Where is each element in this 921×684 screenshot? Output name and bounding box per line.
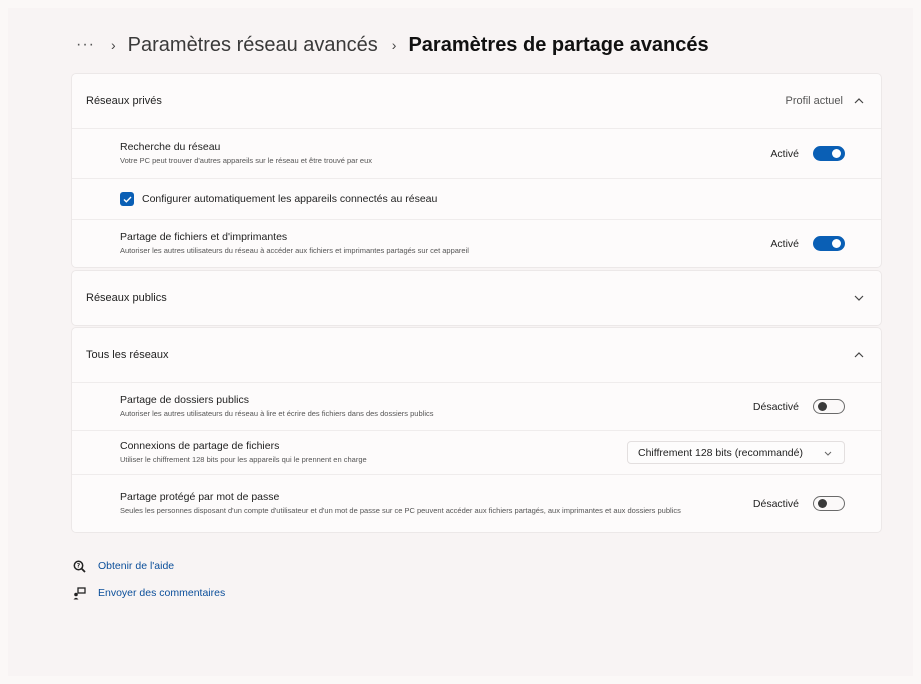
chevron-down-icon: [822, 448, 834, 458]
all-networks-header[interactable]: Tous les réseaux: [72, 328, 881, 382]
password-protected-sharing-description: Seules les personnes disposant d'un comp…: [120, 506, 681, 515]
network-discovery-state: Activé: [770, 147, 799, 160]
help-link-row[interactable]: ? Obtenir de l'aide: [72, 558, 225, 574]
file-printer-sharing-toggle[interactable]: [813, 236, 845, 251]
network-discovery-row: Recherche du réseau Votre PC peut trouve…: [72, 128, 881, 178]
feedback-link-row[interactable]: Envoyer des commentaires: [72, 585, 225, 601]
chevron-right-icon: ›: [391, 37, 397, 53]
chevron-right-icon: ›: [110, 37, 116, 53]
network-discovery-title: Recherche du réseau: [120, 141, 221, 153]
auto-setup-row: Configurer automatiquement les appareils…: [72, 178, 881, 219]
breadcrumb-advanced-network-settings[interactable]: Paramètres réseau avancés: [128, 34, 378, 57]
network-discovery-description: Votre PC peut trouver d'autres appareils…: [120, 156, 372, 165]
encryption-dropdown-value: Chiffrement 128 bits (recommandé): [638, 446, 803, 459]
help-icon: ?: [72, 559, 86, 573]
file-printer-sharing-description: Autoriser les autres utilisateurs du rés…: [120, 246, 469, 255]
breadcrumb: ··· › Paramètres réseau avancés › Paramè…: [76, 30, 709, 60]
svg-text:?: ?: [76, 562, 80, 569]
feedback-icon: [72, 586, 86, 600]
file-printer-sharing-row: Partage de fichiers et d'imprimantes Aut…: [72, 219, 881, 267]
file-printer-sharing-state: Activé: [770, 237, 799, 250]
chevron-up-icon: [853, 349, 865, 361]
public-networks-header[interactable]: Réseaux publics: [72, 271, 881, 325]
settings-window: ··· › Paramètres réseau avancés › Paramè…: [0, 0, 921, 684]
password-protected-sharing-title: Partage protégé par mot de passe: [120, 491, 280, 503]
footer-links: ? Obtenir de l'aide Envoyer des commenta…: [72, 558, 225, 612]
private-networks-header[interactable]: Réseaux privés Profil actuel: [72, 74, 881, 128]
network-discovery-toggle[interactable]: [813, 146, 845, 161]
file-printer-sharing-title: Partage de fichiers et d'imprimantes: [120, 231, 288, 243]
page-title: Paramètres de partage avancés: [408, 33, 709, 56]
checkmark-icon: [123, 196, 132, 203]
public-networks-section: Réseaux publics: [71, 270, 882, 326]
public-folder-sharing-row: Partage de dossiers publics Autoriser le…: [72, 382, 881, 430]
send-feedback-link[interactable]: Envoyer des commentaires: [98, 587, 225, 599]
file-sharing-connections-description: Utiliser le chiffrement 128 bits pour le…: [120, 455, 367, 464]
password-protected-sharing-toggle[interactable]: [813, 496, 845, 511]
public-folder-sharing-state: Désactivé: [752, 400, 799, 413]
auto-setup-label: Configurer automatiquement les appareils…: [142, 193, 438, 205]
get-help-link[interactable]: Obtenir de l'aide: [98, 560, 174, 572]
current-profile-badge: Profil actuel: [785, 95, 843, 107]
all-networks-title: Tous les réseaux: [86, 349, 169, 361]
password-protected-sharing-row: Partage protégé par mot de passe Seules …: [72, 474, 881, 532]
file-sharing-connections-title: Connexions de partage de fichiers: [120, 440, 280, 452]
public-networks-title: Réseaux publics: [86, 292, 167, 304]
public-folder-sharing-title: Partage de dossiers publics: [120, 394, 249, 406]
private-networks-section: Réseaux privés Profil actuel Recherche d…: [71, 73, 882, 268]
encryption-dropdown[interactable]: Chiffrement 128 bits (recommandé): [627, 441, 845, 464]
chevron-down-icon: [853, 292, 865, 304]
all-networks-section: Tous les réseaux Partage de dossiers pub…: [71, 327, 882, 533]
breadcrumb-more-button[interactable]: ···: [76, 36, 95, 54]
public-folder-sharing-toggle[interactable]: [813, 399, 845, 414]
public-folder-sharing-description: Autoriser les autres utilisateurs du rés…: [120, 409, 434, 418]
auto-setup-checkbox[interactable]: [120, 192, 134, 206]
private-networks-title: Réseaux privés: [86, 95, 162, 107]
password-protected-sharing-state: Désactivé: [752, 497, 799, 510]
chevron-up-icon: [853, 95, 865, 107]
file-sharing-connections-row: Connexions de partage de fichiers Utilis…: [72, 430, 881, 474]
